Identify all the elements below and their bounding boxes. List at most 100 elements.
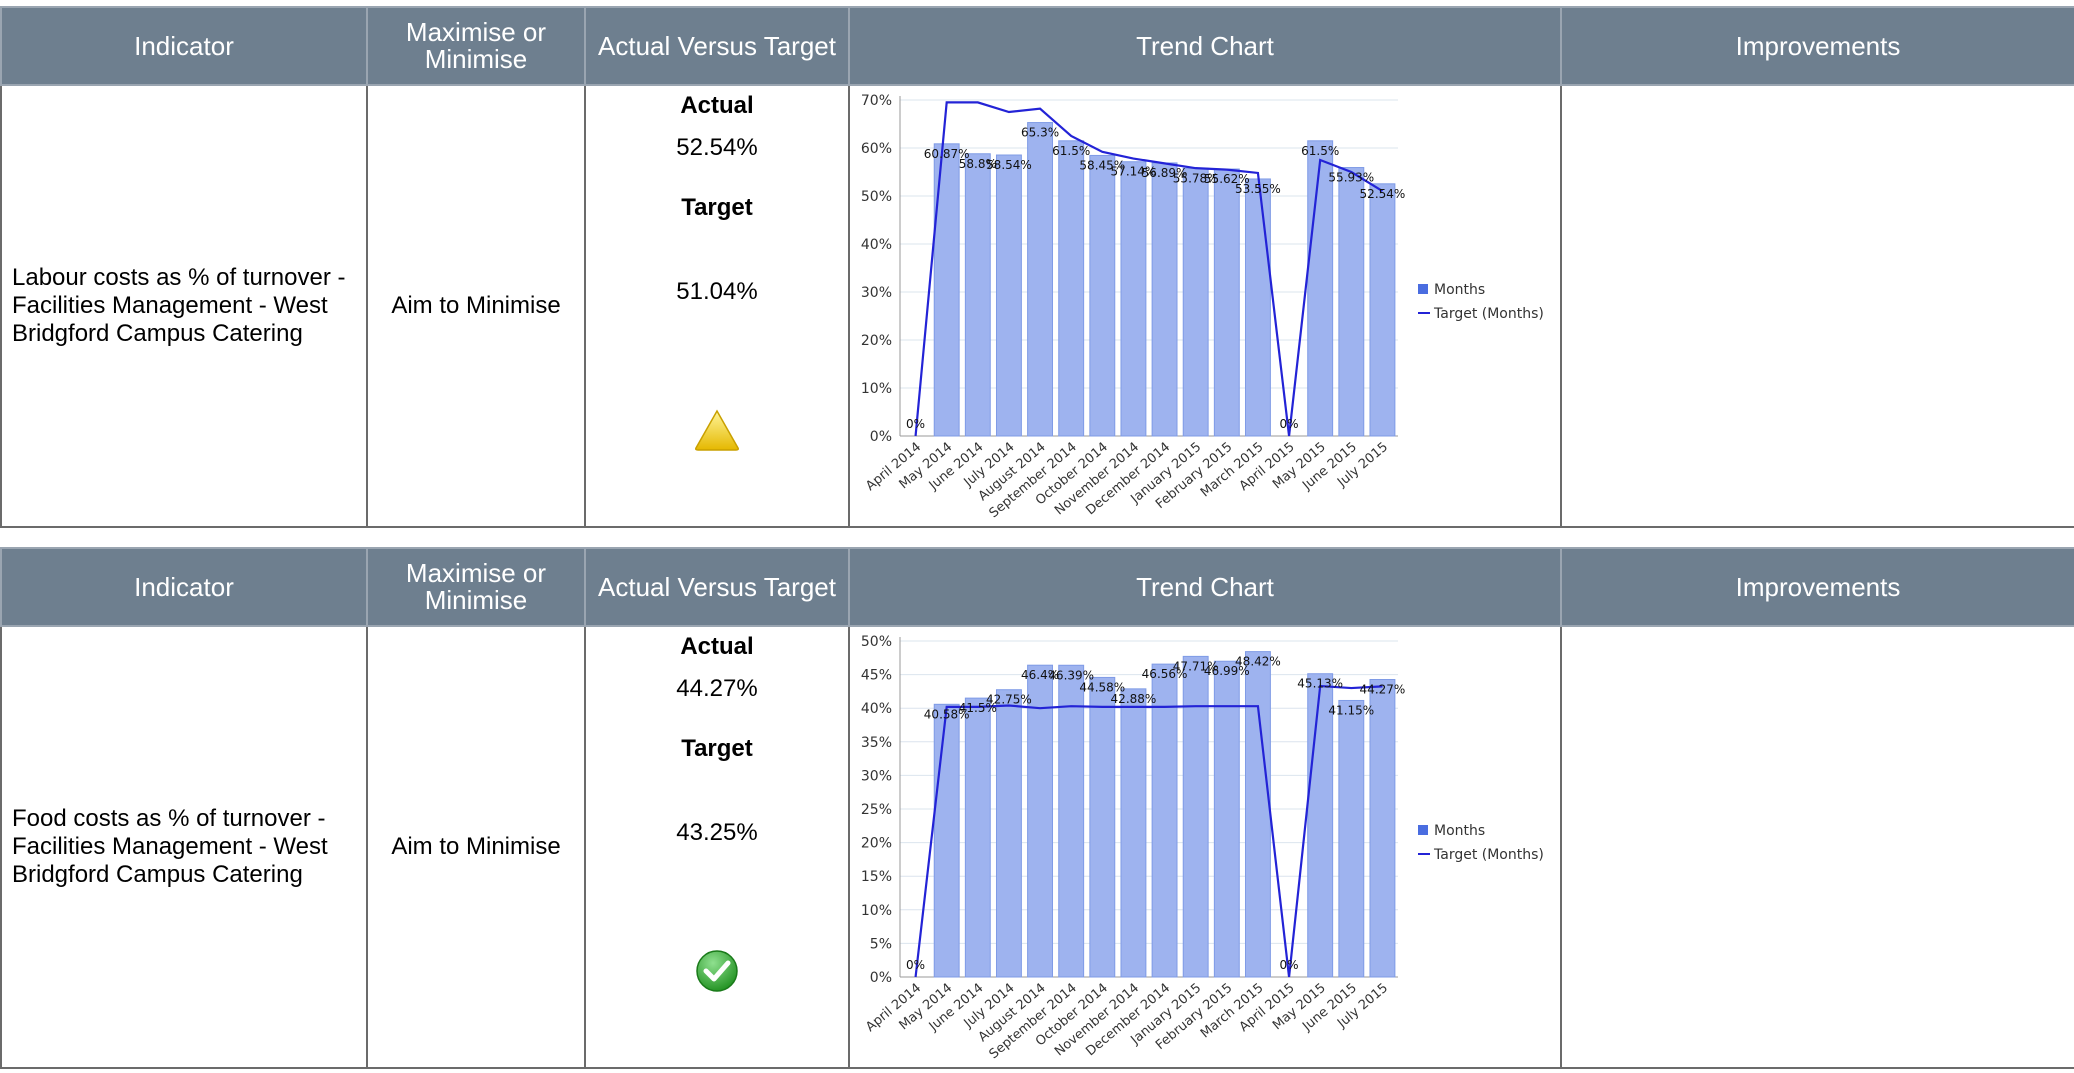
indicator-name: Food costs as % of turnover - Facilities… (0, 625, 368, 1069)
bar (1213, 168, 1240, 437)
trend-chart-cell: 0% 5% 10% 15% 20% 25% 30% 35% 40% 45% 50% 0% 40.58% 4… (848, 625, 1562, 1069)
bar (964, 153, 991, 437)
y-tick-label: 70% (861, 93, 892, 109)
data-label: 48.42% (1235, 655, 1281, 669)
bar (1120, 688, 1147, 978)
data-label: 41.15% (1328, 703, 1374, 717)
table-row: Labour costs as % of turnover - Faciliti… (0, 84, 2074, 528)
col-direction: Maximise or Minimise (366, 6, 586, 86)
target-value: 43.25% (676, 819, 758, 846)
y-tick-label: 15% (861, 869, 892, 885)
data-label: 61.5% (1052, 144, 1090, 158)
y-tick-label: 30% (861, 285, 892, 301)
indicator-name: Labour costs as % of turnover - Faciliti… (0, 84, 368, 528)
col-actual-vs-target: Actual Versus Target (584, 547, 850, 627)
data-label: 42.75% (986, 693, 1032, 707)
y-tick-label: 20% (861, 836, 892, 852)
y-tick-label: 0% (870, 429, 892, 445)
kpi-table-food: Indicator Maximise or Minimise Actual Ve… (0, 547, 2074, 1069)
bar (1369, 679, 1396, 978)
y-tick-label: 30% (861, 768, 892, 784)
y-tick-label: 10% (861, 381, 892, 397)
actual-vs-target: Actual 52.54% Target 51.04% (584, 84, 850, 528)
bar (1120, 161, 1147, 437)
bar (995, 689, 1022, 978)
y-tick-label: 50% (861, 634, 892, 650)
y-tick-label: 0% (870, 970, 892, 986)
data-label: 42.88% (1111, 692, 1157, 706)
bar (1213, 660, 1240, 978)
col-improvements: Improvements (1560, 6, 2074, 86)
bar (1058, 140, 1085, 437)
actual-vs-target: Actual 44.27% Target 43.25% (584, 625, 850, 1069)
bar (1058, 664, 1085, 978)
bar (1089, 676, 1116, 978)
y-tick-label: 40% (861, 237, 892, 253)
legend-swatch-months (1418, 825, 1428, 835)
col-trend-chart: Trend Chart (848, 6, 1562, 86)
bar (964, 697, 991, 978)
data-label: 55.93% (1328, 171, 1374, 185)
bar (1369, 183, 1396, 437)
trend-chart-food: 0%5%10%15%20%25%30%35%40%45%50%0%40.58%4… (861, 634, 1544, 1062)
y-tick-label: 50% (861, 189, 892, 205)
col-indicator: Indicator (0, 547, 368, 627)
data-label: 0% (906, 958, 925, 972)
col-indicator: Indicator (0, 6, 368, 86)
target-label: Target (681, 735, 753, 762)
col-improvements: Improvements (1560, 547, 2074, 627)
data-label: 44.27% (1360, 683, 1406, 697)
direction-value: Aim to Minimise (366, 625, 586, 1069)
y-tick-label: 20% (861, 333, 892, 349)
green-check-icon (696, 950, 738, 992)
improvements-cell (1560, 625, 2074, 1069)
actual-label: Actual (680, 633, 754, 660)
bar (1338, 167, 1365, 437)
legend-label-months: Months (1434, 282, 1485, 298)
direction-value: Aim to Minimise (366, 84, 586, 528)
legend-swatch-months (1418, 284, 1428, 294)
improvements-cell (1560, 84, 2074, 528)
data-label: 65.3% (1021, 126, 1059, 140)
trend-chart-cell: 0% 10% 20% 30% 40% 50% 60% 70% 0% 60.87% 58.8% 58.5… (848, 84, 1562, 528)
y-tick-label: 60% (861, 141, 892, 157)
bar (1151, 663, 1178, 978)
legend-label-target: Target (Months) (1433, 847, 1544, 863)
legend-label-months: Months (1434, 823, 1485, 839)
header-row: Indicator Maximise or Minimise Actual Ve… (0, 547, 2074, 627)
actual-label: Actual (680, 92, 754, 119)
data-label: 52.54% (1360, 187, 1406, 201)
legend-label-target: Target (Months) (1433, 306, 1544, 322)
data-label: 0% (906, 417, 925, 431)
bar (1182, 167, 1209, 437)
bar (1244, 651, 1271, 978)
data-label: 58.54% (986, 158, 1032, 172)
data-label: 61.5% (1301, 144, 1339, 158)
y-tick-label: 25% (861, 802, 892, 818)
bar (995, 154, 1022, 437)
data-label: 53.55% (1235, 182, 1281, 196)
bar (1307, 673, 1334, 978)
bar (1338, 699, 1365, 978)
header-row: Indicator Maximise or Minimise Actual Ve… (0, 6, 2074, 86)
kpi-table-labour: Indicator Maximise or Minimise Actual Ve… (0, 6, 2074, 528)
bar (1307, 140, 1334, 437)
bar (1151, 162, 1178, 437)
bar (1027, 664, 1054, 978)
target-value: 51.04% (676, 278, 758, 305)
y-tick-label: 10% (861, 903, 892, 919)
col-direction: Maximise or Minimise (366, 547, 586, 627)
data-label: 45.13% (1297, 677, 1343, 691)
data-label: 0% (1280, 958, 1299, 972)
col-actual-vs-target: Actual Versus Target (584, 6, 850, 86)
bar (1089, 154, 1116, 437)
y-tick-label: 35% (861, 735, 892, 751)
col-trend-chart: Trend Chart (848, 547, 1562, 627)
trend-chart-labour: 0%10%20%30%40%50%60%70%0%60.87%58.8%58.5… (861, 93, 1544, 521)
target-label: Target (681, 194, 753, 221)
actual-value: 52.54% (676, 134, 758, 161)
data-label: 0% (1280, 417, 1299, 431)
y-tick-label: 40% (861, 701, 892, 717)
bar (1182, 655, 1209, 978)
actual-value: 44.27% (676, 675, 758, 702)
